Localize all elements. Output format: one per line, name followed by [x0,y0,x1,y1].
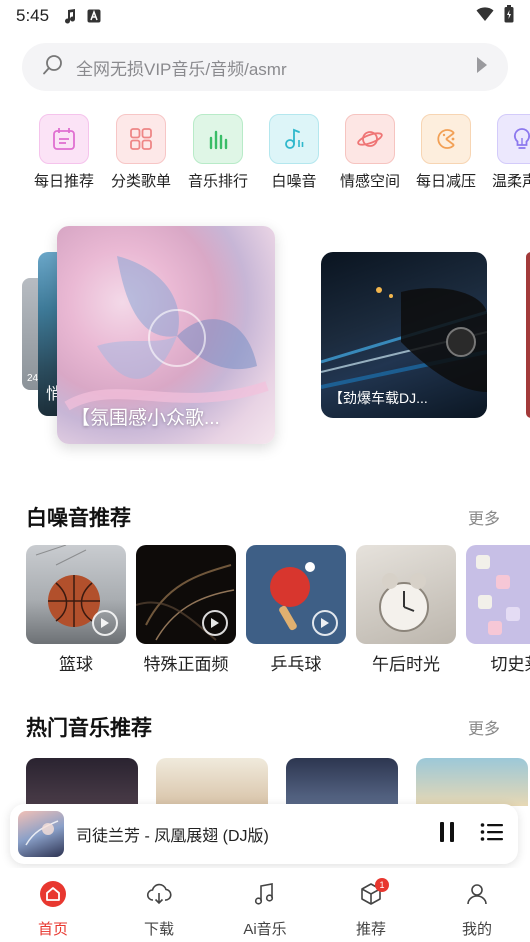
card-label: 【氛围感小众歌... [71,408,220,429]
tab-ai-music[interactable]: Ai音乐 [225,880,305,939]
tab-download[interactable]: 下载 [119,880,199,939]
status-bar: 5:45 [0,0,530,32]
more-link-white-noise[interactable]: 更多 [468,505,500,529]
play-triangle-icon[interactable] [476,56,488,78]
pacman-icon [421,114,471,164]
search-icon [42,54,64,80]
search-bar[interactable]: 全网无损VIP音乐/音频/asmr [22,43,508,91]
tab-label: 首页 [37,921,68,938]
calendar-icon [39,114,89,164]
thumbnail-alarm-clock [356,545,456,644]
list-item[interactable]: 乒乓球 [246,545,346,675]
home-icon [39,880,67,912]
carousel-card-main[interactable]: 【氛围感小众歌... [57,226,275,444]
pause-icon[interactable] [438,821,456,847]
list-item-label: 切史莱 [490,655,530,674]
hot-music-list [26,758,530,806]
tab-label: 下载 [143,921,174,938]
white-noise-list: 篮球 特殊正面频 乒乓球 午后时光 切史 [26,545,530,675]
category-label: 每日减压 [415,173,476,190]
tab-label: 推荐 [355,921,386,938]
category-emotion-space[interactable]: 情感空间 [332,114,408,194]
tab-label: 我的 [461,921,492,938]
list-item[interactable]: 特殊正面频 [136,545,236,675]
hot-music-thumbnail[interactable] [156,758,268,806]
music-note-icon [63,8,77,24]
category-label: 情感空间 [339,173,400,190]
carousel-card-right[interactable]: 【劲爆车载DJ... [321,252,487,418]
playlist-icon[interactable] [480,822,504,846]
wifi-icon [476,6,494,26]
category-white-noise[interactable]: 白噪音 [256,114,332,194]
category-playlists[interactable]: 分类歌单 [102,114,180,194]
play-circle-icon[interactable] [92,610,118,636]
play-circle-icon[interactable] [202,610,228,636]
bulb-icon [497,114,530,164]
list-item-label: 特殊正面频 [143,655,229,674]
section-title-hot-music: 热门音乐推荐 [26,717,152,740]
hot-music-thumbnail[interactable] [26,758,138,806]
more-link-hot-music[interactable]: 更多 [468,715,500,739]
music-note-icon [251,880,279,912]
section-title-white-noise: 白噪音推荐 [26,507,131,530]
notification-badge: 1 [375,878,389,892]
play-circle-icon[interactable] [312,610,338,636]
status-time: 5:45 [16,6,50,25]
now-playing-title[interactable]: 司徒兰芳 - 凤凰展翅 (DJ版) [76,822,269,846]
grid-icon [116,114,166,164]
thumbnail-abstract [136,545,236,644]
mini-player[interactable]: 司徒兰芳 - 凤凰展翅 (DJ版) [10,804,518,864]
list-item[interactable]: 切史莱 [466,545,530,675]
banner-carousel: 24 悄 【氛围感小众歌... 【劲爆车载DJ... [0,220,530,460]
thumbnail-basketball [26,545,126,644]
planet-icon [345,114,395,164]
battery-icon [504,5,514,27]
list-item-label: 午后时光 [372,655,440,674]
category-label: 分类歌单 [110,173,171,190]
category-charts[interactable]: 音乐排行 [180,114,256,194]
tab-recommend[interactable]: 1 推荐 [331,878,411,939]
bar-chart-icon [193,114,243,164]
search-placeholder[interactable]: 全网无损VIP音乐/音频/asmr [76,55,287,80]
category-daily-relax[interactable]: 每日减压 [408,114,484,194]
thumbnail-ping-pong [246,545,346,644]
music-note-icon [269,114,319,164]
tab-home[interactable]: 首页 [13,880,93,939]
thumbnail-slime [466,545,530,644]
card-label: 【劲爆车载DJ... [329,390,428,406]
list-item[interactable]: 午后时光 [356,545,456,675]
tab-profile[interactable]: 我的 [437,880,517,939]
notification-a-icon [87,9,101,23]
category-daily-recommend[interactable]: 每日推荐 [26,114,102,194]
list-item-label: 乒乓球 [270,655,322,674]
list-item[interactable]: 篮球 [26,545,126,675]
category-label: 每日推荐 [33,173,94,190]
bottom-tab-bar: 首页 下载 Ai音乐 1 推荐 我的 [0,868,530,942]
hot-music-thumbnail[interactable] [286,758,398,806]
carousel-card-far-right[interactable] [526,252,530,418]
hot-music-thumbnail[interactable] [416,758,528,806]
album-cover[interactable] [18,811,64,857]
tab-label: Ai音乐 [243,921,287,938]
cloud-download-icon [145,880,173,912]
category-label: 音乐排行 [187,173,248,190]
category-row: 每日推荐 分类歌单 音乐排行 白噪音 情感空间 每日减压 温柔声音 [0,114,530,194]
card-count: 24 [27,373,39,384]
category-label: 温柔声音 [491,173,530,190]
user-icon [463,880,491,912]
list-item-label: 篮球 [59,655,93,674]
category-label: 白噪音 [271,173,317,190]
category-gentle-voice[interactable]: 温柔声音 [484,114,530,194]
